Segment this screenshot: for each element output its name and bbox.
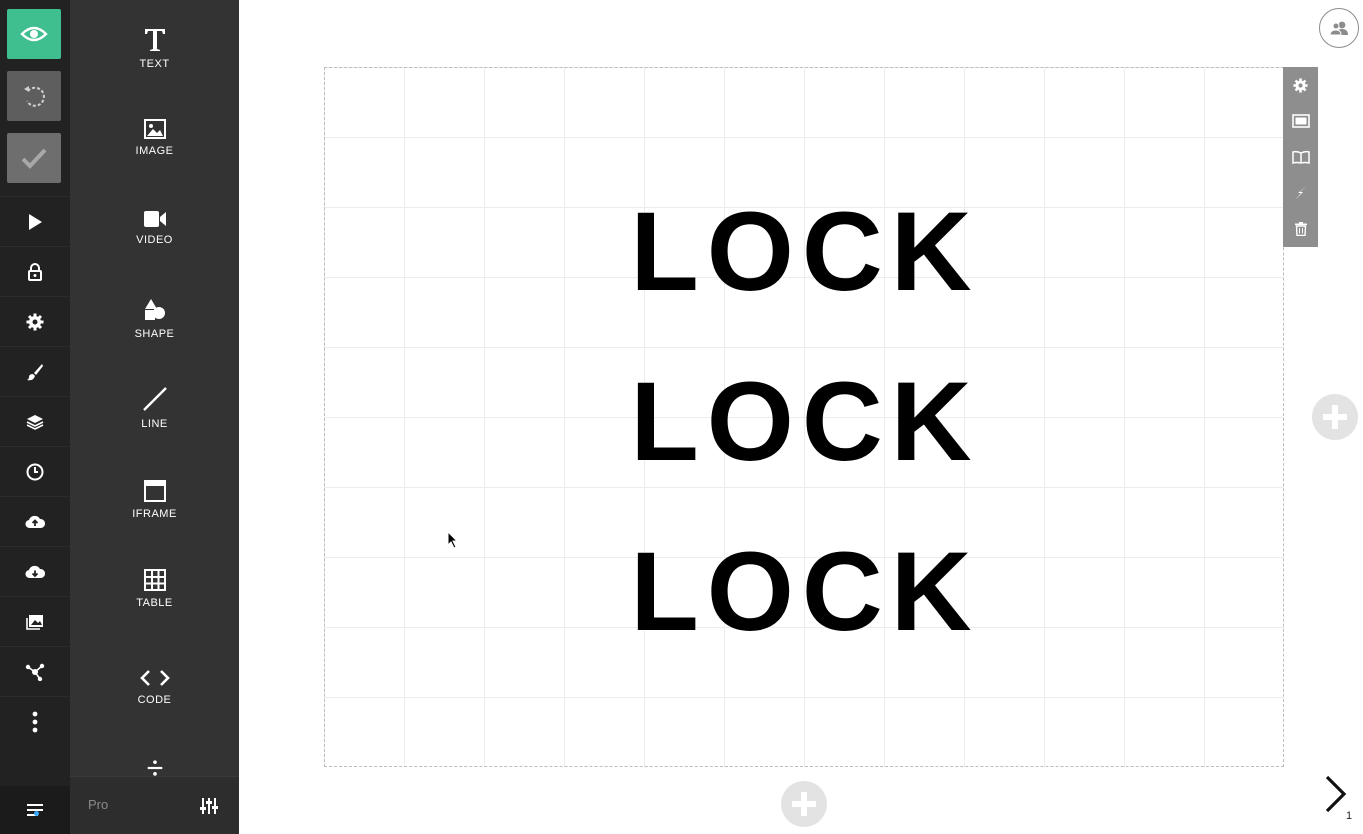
preview-button[interactable] bbox=[7, 9, 61, 59]
media-icon bbox=[26, 614, 43, 630]
palette-label: TABLE bbox=[136, 597, 173, 609]
gear-icon bbox=[26, 313, 44, 330]
text-icon bbox=[144, 29, 165, 51]
add-code-button[interactable]: CODE bbox=[70, 668, 239, 706]
slide-text-line[interactable]: LOCK bbox=[325, 366, 1285, 478]
notes-icon bbox=[1291, 150, 1310, 164]
more-icon bbox=[32, 711, 38, 732]
slide-background-button[interactable] bbox=[1283, 103, 1318, 139]
delete-slide-button[interactable] bbox=[1283, 211, 1318, 247]
collaborators-button[interactable] bbox=[1319, 8, 1359, 48]
slide-number: 1 bbox=[1346, 810, 1353, 822]
shape-icon bbox=[144, 299, 165, 320]
clock-icon bbox=[26, 463, 44, 480]
gear-icon bbox=[1293, 77, 1308, 93]
more-button[interactable] bbox=[0, 696, 70, 746]
add-text-button[interactable]: TEXT bbox=[70, 28, 239, 70]
palette-label: IFRAME bbox=[132, 508, 177, 520]
slide-settings-button[interactable] bbox=[1283, 67, 1318, 103]
code-icon bbox=[139, 670, 170, 686]
slide-text-line[interactable]: LOCK bbox=[325, 536, 1285, 648]
export-button[interactable] bbox=[0, 546, 70, 596]
trash-icon bbox=[1294, 222, 1307, 236]
palette-label: CODE bbox=[137, 694, 172, 706]
arrange-button[interactable] bbox=[0, 396, 70, 446]
undo-button[interactable] bbox=[7, 71, 61, 121]
share-icon bbox=[25, 663, 45, 681]
slide-text-line[interactable]: LOCK bbox=[325, 196, 1285, 308]
image-icon bbox=[143, 119, 166, 139]
pro-label[interactable]: Pro bbox=[88, 797, 108, 812]
play-icon bbox=[29, 213, 42, 230]
style-button[interactable] bbox=[0, 346, 70, 396]
add-slide-down-button[interactable] bbox=[781, 781, 827, 827]
left-rail bbox=[0, 0, 70, 834]
eye-icon bbox=[20, 26, 48, 42]
confirm-button[interactable] bbox=[7, 133, 61, 183]
palette-footer: Pro bbox=[70, 776, 239, 834]
palette-label: TEXT bbox=[139, 58, 170, 70]
palette-label: SHAPE bbox=[134, 328, 175, 340]
table-icon bbox=[143, 569, 166, 591]
lock-icon bbox=[28, 262, 42, 281]
background-icon bbox=[1291, 114, 1310, 128]
settings-button[interactable] bbox=[0, 296, 70, 346]
palette-settings-button[interactable] bbox=[199, 796, 219, 816]
add-image-button[interactable]: IMAGE bbox=[70, 119, 239, 157]
slide-animation-button[interactable] bbox=[1283, 175, 1318, 211]
sliders-icon bbox=[200, 798, 218, 814]
slide-canvas[interactable]: LOCK LOCK LOCK bbox=[324, 67, 1284, 767]
add-shape-button[interactable]: SHAPE bbox=[70, 298, 239, 340]
plus-icon bbox=[1323, 405, 1347, 429]
add-slide-right-button[interactable] bbox=[1312, 394, 1358, 440]
palette-label: LINE bbox=[141, 418, 168, 430]
add-table-button[interactable]: TABLE bbox=[70, 569, 239, 609]
users-icon bbox=[1329, 21, 1348, 36]
import-button[interactable] bbox=[0, 496, 70, 546]
cloud-upload-icon bbox=[25, 515, 45, 528]
layers-icon bbox=[26, 414, 44, 430]
menu-button[interactable] bbox=[0, 786, 70, 834]
share-button[interactable] bbox=[0, 646, 70, 696]
check-icon bbox=[21, 148, 47, 169]
mouse-cursor-icon bbox=[447, 531, 459, 549]
editor: TEXT IMAGE VIDEO SHAPE LINE IFRAME TABLE… bbox=[0, 0, 1363, 834]
add-line-button[interactable]: LINE bbox=[70, 386, 239, 430]
undo-icon bbox=[24, 86, 45, 107]
video-icon bbox=[143, 211, 166, 227]
palette-label: VIDEO bbox=[136, 234, 173, 246]
plus-icon bbox=[792, 792, 816, 816]
speaker-notes-button[interactable] bbox=[1283, 139, 1318, 175]
line-icon bbox=[142, 387, 167, 411]
lock-button[interactable] bbox=[0, 246, 70, 296]
iframe-icon bbox=[143, 480, 166, 502]
media-library-button[interactable] bbox=[0, 596, 70, 646]
slide-options-toolbar bbox=[1283, 67, 1318, 247]
present-button[interactable] bbox=[0, 196, 70, 246]
add-math-button[interactable] bbox=[70, 760, 239, 776]
component-palette: TEXT IMAGE VIDEO SHAPE LINE IFRAME TABLE… bbox=[70, 0, 239, 834]
add-video-button[interactable]: VIDEO bbox=[70, 210, 239, 246]
brush-icon bbox=[27, 363, 43, 380]
notification-dot bbox=[34, 811, 39, 816]
divide-icon bbox=[147, 760, 162, 776]
add-iframe-button[interactable]: IFRAME bbox=[70, 480, 239, 520]
cloud-download-icon bbox=[25, 565, 45, 578]
history-button[interactable] bbox=[0, 446, 70, 496]
lightning-icon bbox=[1294, 186, 1307, 200]
palette-label: IMAGE bbox=[135, 145, 174, 157]
